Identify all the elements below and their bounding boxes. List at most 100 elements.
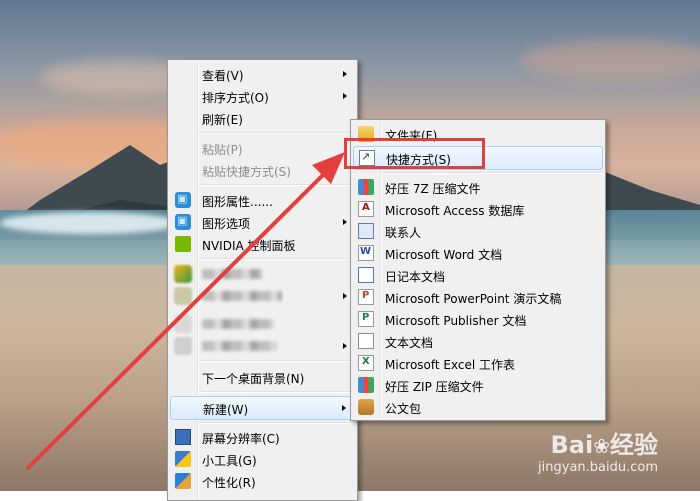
- watermark-logo-text: Bai: [550, 431, 594, 459]
- menu-item-paste-shortcut: 粘贴快捷方式(S): [170, 159, 355, 181]
- publisher-icon: [358, 311, 374, 327]
- menu-item-paste: 粘贴(P): [170, 137, 355, 159]
- menu-item-graphics-options[interactable]: 图形选项: [170, 211, 355, 233]
- menu-item-label: 文本文档: [385, 336, 434, 350]
- menu-item-sort-by[interactable]: 排序方式(O): [170, 85, 355, 107]
- submenu-item-excel[interactable]: Microsoft Excel 工作表: [353, 352, 603, 374]
- wave: [0, 212, 180, 234]
- obscured-icon: [174, 315, 192, 333]
- menu-item-obscured[interactable]: [170, 263, 355, 285]
- menu-item-label: 下一个桌面背景(N): [202, 372, 305, 386]
- menu-item-label: Microsoft Access 数据库: [385, 204, 525, 218]
- submenu-item-access-database[interactable]: Microsoft Access 数据库: [353, 198, 603, 220]
- menu-item-label: 日记本文档: [385, 270, 446, 284]
- submenu-arrow-icon: [343, 343, 347, 349]
- submenu-item-7z-archive[interactable]: 好压 7Z 压缩文件: [353, 176, 603, 198]
- submenu-arrow-icon: [343, 71, 347, 77]
- menu-item-screen-resolution[interactable]: 屏幕分辨率(C): [170, 426, 355, 448]
- menu-item-label: NVIDIA 控制面板: [202, 239, 296, 253]
- menu-item-obscured[interactable]: [170, 285, 355, 307]
- graphics-options-icon: [175, 214, 191, 230]
- menu-item-label: 粘贴(P): [202, 143, 243, 157]
- menu-separator: [199, 422, 355, 424]
- watermark-logo-suffix: 经验: [610, 431, 658, 459]
- menu-item-obscured[interactable]: [170, 313, 355, 335]
- menu-separator: [199, 360, 355, 362]
- menu-item-label: 图形属性......: [202, 195, 273, 209]
- gadget-icon: [175, 451, 191, 467]
- excel-icon: [358, 355, 374, 371]
- monitor-icon: [175, 429, 191, 445]
- journal-icon: [358, 267, 374, 283]
- submenu-item-briefcase[interactable]: 公文包: [353, 396, 603, 418]
- menu-separator: [199, 391, 355, 393]
- submenu-arrow-icon: [343, 93, 347, 99]
- powerpoint-icon: [358, 289, 374, 305]
- menu-item-view[interactable]: 查看(V): [170, 63, 355, 85]
- menu-separator: [199, 258, 355, 260]
- menu-item-label: 好压 7Z 压缩文件: [385, 182, 481, 196]
- menu-item-label: 联系人: [385, 226, 422, 240]
- contact-icon: [358, 223, 374, 239]
- menu-item-nvidia-control-panel[interactable]: NVIDIA 控制面板: [170, 233, 355, 255]
- menu-item-label: 粘贴快捷方式(S): [202, 165, 291, 179]
- menu-item-label: 刷新(E): [202, 113, 243, 127]
- menu-item-personalize[interactable]: 个性化(R): [170, 470, 355, 492]
- access-icon: [358, 201, 374, 217]
- menu-separator: [199, 132, 355, 134]
- text-document-icon: [358, 333, 374, 349]
- submenu-item-publisher[interactable]: Microsoft Publisher 文档: [353, 308, 603, 330]
- baidu-logo: Bai❀经验: [538, 425, 658, 460]
- menu-item-refresh[interactable]: 刷新(E): [170, 107, 355, 129]
- personalize-icon: [175, 473, 191, 489]
- submenu-item-powerpoint[interactable]: Microsoft PowerPoint 演示文稿: [353, 286, 603, 308]
- menu-item-next-background[interactable]: 下一个桌面背景(N): [170, 366, 355, 388]
- submenu-item-contact[interactable]: 联系人: [353, 220, 603, 242]
- word-icon: [358, 245, 374, 261]
- submenu-arrow-icon: [343, 293, 347, 299]
- menu-item-label: 新建(W): [203, 403, 249, 417]
- submenu-item-zip-archive[interactable]: 好压 ZIP 压缩文件: [353, 374, 603, 396]
- obscured-icon: [174, 287, 192, 305]
- menu-item-label: 公文包: [385, 402, 422, 416]
- menu-item-label: Microsoft PowerPoint 演示文稿: [385, 292, 562, 306]
- menu-item-label: 屏幕分辨率(C): [202, 432, 280, 446]
- menu-item-label: 排序方式(O): [202, 91, 269, 105]
- submenu-arrow-icon: [343, 219, 347, 225]
- baidu-watermark: Bai❀经验 jingyan.baidu.com: [538, 425, 658, 475]
- graphics-properties-icon: [175, 192, 191, 208]
- submenu-item-journal-document[interactable]: 日记本文档: [353, 264, 603, 286]
- obscured-label: [202, 341, 278, 351]
- menu-item-obscured[interactable]: [170, 335, 355, 357]
- menu-separator: [382, 172, 603, 174]
- menu-item-gadgets[interactable]: 小工具(G): [170, 448, 355, 470]
- obscured-icon: [174, 337, 192, 355]
- menu-item-label: 图形选项: [202, 217, 251, 231]
- menu-item-label: 查看(V): [202, 69, 244, 83]
- watermark-url: jingyan.baidu.com: [538, 460, 658, 475]
- obscured-label: [202, 319, 274, 329]
- menu-item-label: Microsoft Publisher 文档: [385, 314, 527, 328]
- briefcase-icon: [358, 399, 374, 415]
- archive-icon: [358, 377, 374, 393]
- menu-item-label: 好压 ZIP 压缩文件: [385, 380, 484, 394]
- submenu-item-text-document[interactable]: 文本文档: [353, 330, 603, 352]
- cloud: [520, 40, 700, 80]
- obscured-icon: [174, 265, 192, 283]
- menu-separator: [199, 184, 355, 186]
- menu-item-label: Microsoft Word 文档: [385, 248, 503, 262]
- menu-item-label: 小工具(G): [202, 454, 257, 468]
- desktop-context-menu: 查看(V) 排序方式(O) 刷新(E) 粘贴(P) 粘贴快捷方式(S) 图形属性…: [167, 59, 358, 501]
- menu-item-label: 个性化(R): [202, 476, 256, 490]
- submenu-item-word-document[interactable]: Microsoft Word 文档: [353, 242, 603, 264]
- menu-item-label: Microsoft Excel 工作表: [385, 358, 516, 372]
- obscured-label: [202, 269, 262, 279]
- menu-item-graphics-properties[interactable]: 图形属性......: [170, 189, 355, 211]
- submenu-arrow-icon: [342, 405, 346, 411]
- archive-icon: [358, 179, 374, 195]
- nvidia-icon: [175, 236, 191, 252]
- paw-icon: ❀: [593, 434, 610, 458]
- annotation-highlight-box: [344, 138, 485, 169]
- menu-item-new[interactable]: 新建(W): [170, 396, 355, 420]
- obscured-label: [202, 291, 282, 301]
